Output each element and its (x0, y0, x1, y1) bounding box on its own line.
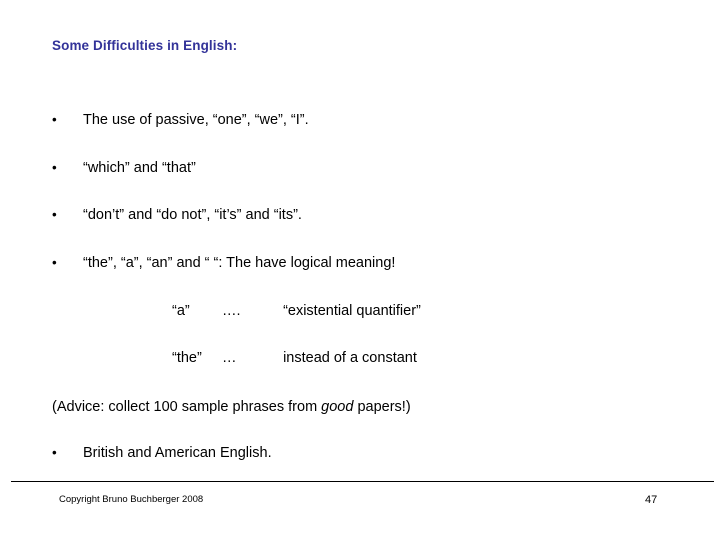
definition-row: “a” …. “existential quantifier” (172, 302, 421, 322)
advice-emphasis: good (321, 399, 354, 415)
footer-copyright: Copyright Bruno Buchberger 2008 (59, 494, 204, 505)
bullet-item: • “which” and “that” (52, 159, 692, 179)
definition-dots: …. (222, 303, 241, 319)
bullet-item-label: British and American English. (83, 445, 272, 461)
bullet-item: • British and American English. (52, 444, 692, 464)
slide-canvas: Some Difficulties in English: • The use … (0, 0, 720, 540)
advice-text-before: (Advice: collect 100 sample phrases from (52, 399, 322, 415)
page-number: 47 (645, 494, 658, 506)
page-title: Some Difficulties in English: (52, 38, 238, 53)
definition-row: “the” … instead of a constant (172, 349, 417, 369)
definition-term: “the” (172, 350, 202, 366)
bullet-item-label: “don’t” and “do not”, “it’s” and “its”. (83, 207, 302, 223)
definition-term: “a” (172, 303, 190, 319)
bullet-point-icon: • (52, 207, 57, 222)
bullet-item: • “the”, “a”, “an” and “ “: The have log… (52, 254, 692, 274)
bullet-item-label: The use of passive, “one”, “we”, “I”. (83, 112, 309, 128)
bullet-item-label: “which” and “that” (83, 160, 196, 176)
bullet-item-label: “the”, “a”, “an” and “ “: The have logic… (83, 255, 396, 271)
bullet-point-icon: • (52, 160, 57, 175)
advice-note: (Advice: collect 100 sample phrases from… (52, 398, 411, 416)
bullet-item: • The use of passive, “one”, “we”, “I”. (52, 111, 692, 131)
definition-dots: … (222, 350, 237, 366)
bullet-point-icon: • (52, 445, 57, 460)
definition-meaning: instead of a constant (283, 350, 417, 366)
bullet-point-icon: • (52, 112, 57, 127)
footer-divider (11, 481, 714, 482)
bullet-point-icon: • (52, 255, 57, 270)
advice-text-after: papers!) (353, 399, 411, 415)
bullet-item: • “don’t” and “do not”, “it’s” and “its”… (52, 206, 692, 226)
definition-meaning: “existential quantifier” (283, 303, 421, 319)
